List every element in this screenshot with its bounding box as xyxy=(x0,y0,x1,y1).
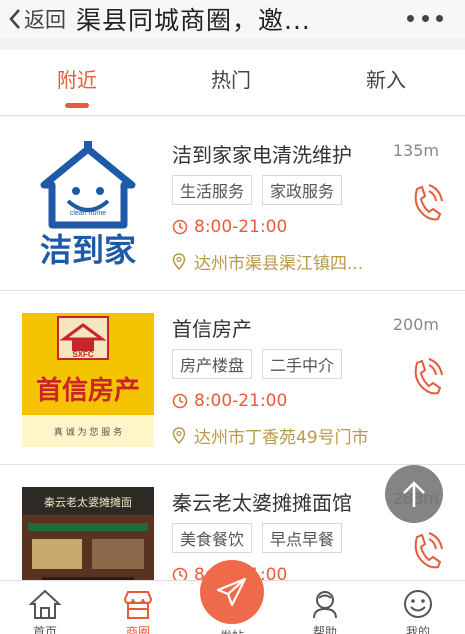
nav-post[interactable]: 发帖 xyxy=(202,625,262,634)
category-tag[interactable]: 早点早餐 xyxy=(262,523,343,553)
category-tag[interactable]: 生活服务 xyxy=(172,175,253,205)
list-item[interactable]: clean home 洁到家 洁到家家电清洗维护 135m 生活服务 家政服务 … xyxy=(0,117,465,291)
logo-slogan: 真 诚 为 您 服 务 xyxy=(54,426,122,438)
app-header: 返回 渠县同城商圈，邀... xyxy=(0,0,465,38)
shop-distance: 200m xyxy=(392,315,439,334)
location-pin-icon xyxy=(172,253,186,270)
more-dot-icon xyxy=(407,14,414,22)
business-hours: 8:00-21:00 xyxy=(172,217,287,237)
more-menu-button[interactable] xyxy=(407,8,443,28)
tag-list: 生活服务 家政服务 xyxy=(172,175,343,205)
logo-subtext: SXFC xyxy=(72,350,94,359)
location-pin-icon xyxy=(172,427,186,444)
shop-name: 首信房产 xyxy=(172,317,252,341)
nav-help[interactable]: 帮助 xyxy=(295,587,355,634)
category-tag[interactable]: 美食餐饮 xyxy=(172,523,253,553)
nav-label: 首页 xyxy=(32,625,57,634)
nav-home[interactable]: 首页 xyxy=(15,587,75,634)
nav-label: 帮助 xyxy=(312,625,337,634)
shop-name: 洁到家家电清洗维护 xyxy=(172,143,352,167)
shop-name: 秦云老太婆摊摊面馆 xyxy=(172,491,352,515)
clock-icon xyxy=(172,393,188,409)
nav-label: 商圈 xyxy=(125,625,150,634)
tab-new[interactable]: 新入 xyxy=(366,64,406,93)
shop-list: clean home 洁到家 洁到家家电清洗维护 135m 生活服务 家政服务 … xyxy=(0,117,465,634)
clean-home-logo: clean home 洁到家 xyxy=(40,141,136,269)
chevron-left-icon xyxy=(9,9,20,29)
shop-distance: 135m xyxy=(392,141,439,160)
address-text: 达州市渠县渠江镇四... xyxy=(194,254,364,274)
list-item[interactable]: SXFC 首信房产 真 诚 为 您 服 务 首信房产 200m 房产楼盘 二手中… xyxy=(0,291,465,465)
logo-text: 首信房产 xyxy=(36,375,140,406)
nav-mine[interactable]: 我的 xyxy=(388,587,448,634)
back-button[interactable]: 返回 xyxy=(8,0,66,38)
phone-icon[interactable] xyxy=(407,531,443,571)
tag-list: 美食餐饮 早点早餐 xyxy=(172,523,343,553)
tab-indicator xyxy=(65,103,89,108)
phone-icon[interactable] xyxy=(407,357,443,397)
help-icon xyxy=(313,591,337,619)
category-tag[interactable]: 家政服务 xyxy=(262,175,343,205)
phone-icon[interactable] xyxy=(407,183,443,223)
shop-icon xyxy=(123,591,153,619)
home-icon xyxy=(28,589,62,619)
page-title: 渠县同城商圈，邀... xyxy=(76,6,311,35)
category-tag[interactable]: 房产楼盘 xyxy=(172,349,253,379)
tab-hot[interactable]: 热门 xyxy=(211,64,251,93)
shop-address: 达州市渠县渠江镇四... xyxy=(172,249,392,274)
clock-icon xyxy=(172,219,188,235)
scroll-top-button[interactable] xyxy=(385,465,443,523)
logo-text: 秦云老太婆摊摊面 xyxy=(44,495,132,509)
hours-text: 8:00-21:00 xyxy=(194,391,288,411)
sxfc-logo: SXFC 首信房产 真 诚 为 您 服 务 xyxy=(22,313,154,447)
nav-shop[interactable]: 商圈 xyxy=(108,587,168,634)
logo-subtext: clean home xyxy=(70,210,106,217)
logo-text: 洁到家 xyxy=(40,231,136,269)
shop-address: 达州市丁香苑49号门市 xyxy=(172,423,392,448)
hours-text: 8:00-21:00 xyxy=(194,217,288,237)
send-icon xyxy=(216,577,247,607)
shop-thumbnail: clean home 洁到家 xyxy=(22,139,154,273)
category-tag[interactable]: 二手中介 xyxy=(262,349,343,379)
back-label: 返回 xyxy=(24,8,66,32)
arrow-up-icon xyxy=(403,481,425,507)
smile-icon xyxy=(404,590,432,618)
tab-bar: 附近 热门 新入 xyxy=(0,50,465,116)
post-button[interactable] xyxy=(200,560,264,624)
tag-list: 房产楼盘 二手中介 xyxy=(172,349,343,379)
nav-label: 我的 xyxy=(405,625,430,634)
more-dot-icon xyxy=(436,14,443,22)
more-dot-icon xyxy=(421,14,429,22)
address-text: 达州市丁香苑49号门市 xyxy=(194,428,369,448)
shop-thumbnail: SXFC 首信房产 真 诚 为 您 服 务 xyxy=(22,313,154,447)
nav-label: 发帖 xyxy=(202,627,262,634)
tab-nearby[interactable]: 附近 xyxy=(57,64,97,93)
business-hours: 8:00-21:00 xyxy=(172,391,287,411)
